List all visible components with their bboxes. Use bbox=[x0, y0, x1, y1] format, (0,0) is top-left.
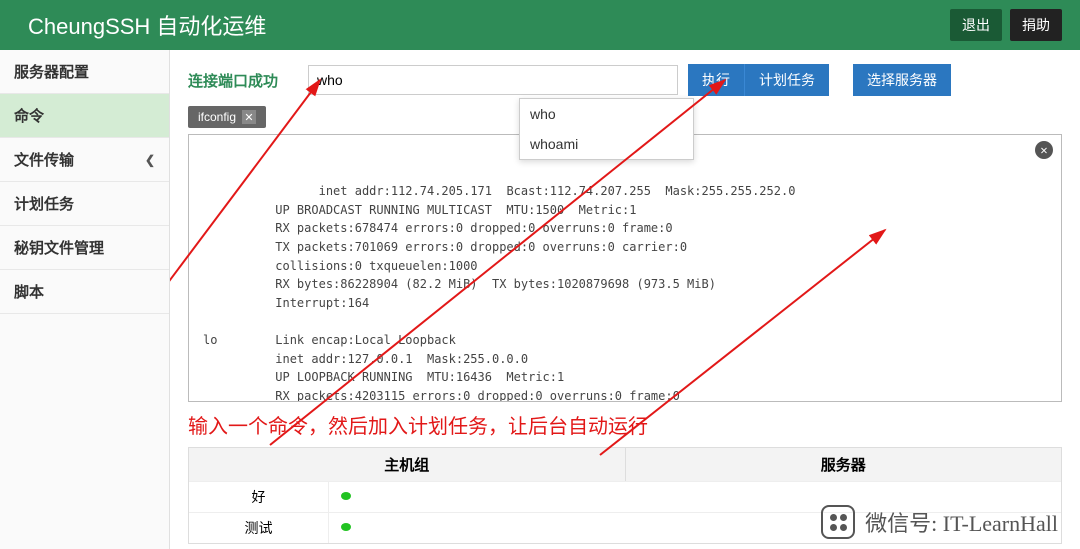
col-hostgroup: 主机组 bbox=[189, 448, 626, 481]
annotation-text: 输入一个命令，然后加入计划任务，让后台自动运行 bbox=[188, 410, 1062, 439]
close-terminal-icon[interactable]: ✕ bbox=[1035, 141, 1053, 159]
dropdown-option[interactable]: whoami bbox=[520, 129, 693, 159]
connection-status: 连接端口成功 bbox=[188, 70, 278, 91]
header-buttons: 退出 捐助 bbox=[950, 9, 1062, 41]
choose-server-button[interactable]: 选择服务器 bbox=[853, 64, 951, 96]
topbar: 连接端口成功 执行 计划任务 选择服务器 bbox=[188, 64, 1062, 96]
logout-button[interactable]: 退出 bbox=[950, 9, 1002, 41]
chip-close-icon[interactable]: ✕ bbox=[242, 110, 256, 124]
app-title: CheungSSH 自动化运维 bbox=[28, 9, 266, 41]
hosts-table-header: 主机组 服务器 bbox=[189, 448, 1061, 481]
sidebar-item-schedule[interactable]: 计划任务 bbox=[0, 182, 169, 226]
sidebar-item-key-files[interactable]: 秘钥文件管理 bbox=[0, 226, 169, 270]
status-dot-icon bbox=[341, 523, 351, 531]
wechat-icon bbox=[821, 505, 855, 539]
command-input[interactable] bbox=[308, 65, 678, 95]
donate-button[interactable]: 捐助 bbox=[1010, 9, 1062, 41]
watermark-text: 微信号: IT-LearnHall bbox=[865, 506, 1058, 538]
terminal-output: ✕ inet addr:112.74.205.171 Bcast:112.74.… bbox=[188, 134, 1062, 402]
header-bar: CheungSSH 自动化运维 退出 捐助 bbox=[0, 0, 1080, 50]
hostgroup-name: 好 bbox=[189, 482, 329, 512]
chevron-left-icon: ❮ bbox=[145, 153, 155, 167]
execute-button[interactable]: 执行 bbox=[688, 64, 744, 96]
action-button-group: 执行 计划任务 bbox=[688, 64, 829, 96]
command-chip: ifconfig ✕ bbox=[188, 106, 266, 128]
autocomplete-dropdown: who whoami bbox=[519, 98, 694, 160]
chip-label: ifconfig bbox=[198, 110, 236, 124]
schedule-button[interactable]: 计划任务 bbox=[744, 64, 829, 96]
sidebar: 服务器配置 命令 文件传输❮ 计划任务 秘钥文件管理 脚本 bbox=[0, 50, 170, 549]
terminal-text: inet addr:112.74.205.171 Bcast:112.74.20… bbox=[203, 184, 795, 402]
status-dot-icon bbox=[341, 492, 351, 500]
sidebar-item-file-transfer[interactable]: 文件传输❮ bbox=[0, 138, 169, 182]
col-server: 服务器 bbox=[626, 448, 1062, 481]
main-panel: 连接端口成功 执行 计划任务 选择服务器 ifconfig ✕ who whoa… bbox=[170, 50, 1080, 549]
sidebar-item-script[interactable]: 脚本 bbox=[0, 270, 169, 314]
watermark: 微信号: IT-LearnHall bbox=[821, 505, 1058, 539]
hostgroup-name: 测试 bbox=[189, 513, 329, 543]
sidebar-item-server-config[interactable]: 服务器配置 bbox=[0, 50, 169, 94]
sidebar-item-command[interactable]: 命令 bbox=[0, 94, 169, 138]
dropdown-option[interactable]: who bbox=[520, 99, 693, 129]
